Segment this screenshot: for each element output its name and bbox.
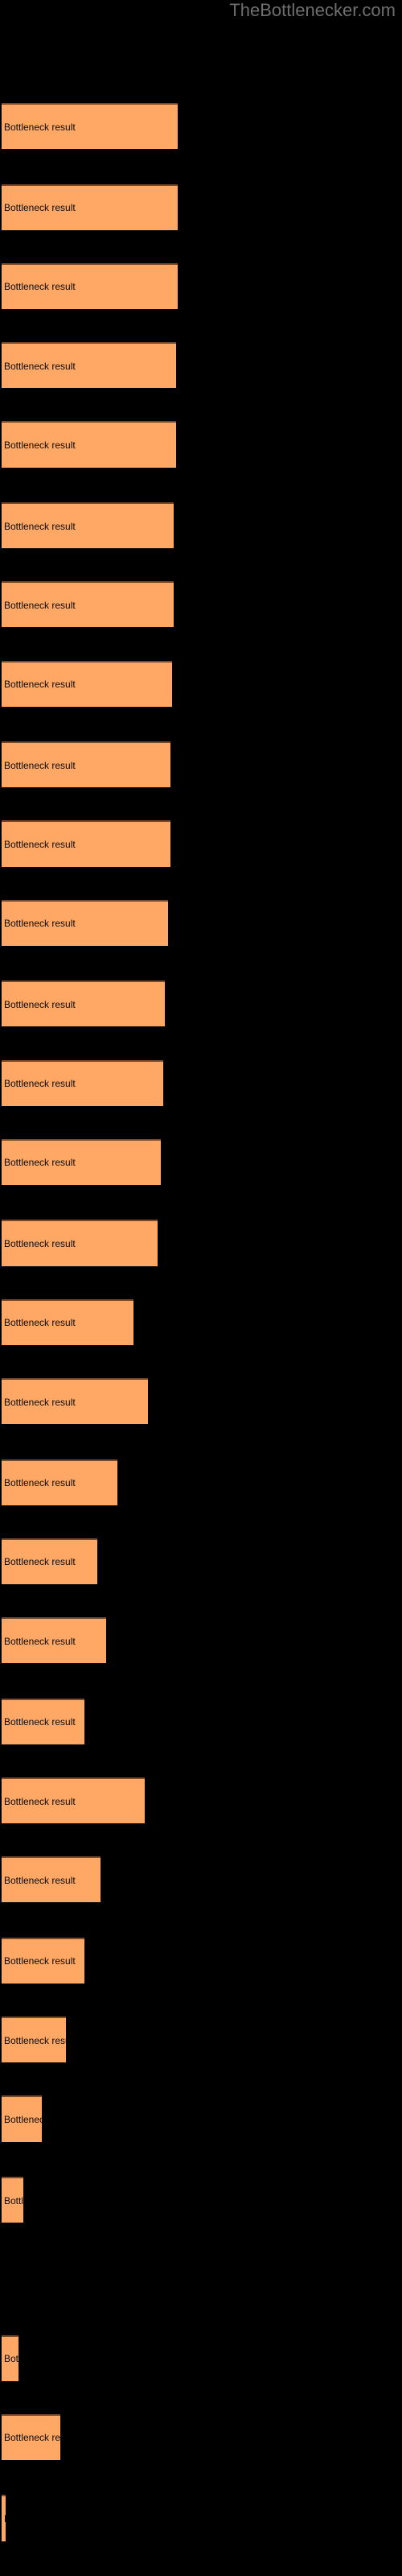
bar-row: Bottleneck result [2, 1298, 134, 1345]
bar-row: Bottleneck result [2, 741, 170, 788]
bar-row: Bottleneck result [2, 421, 176, 468]
bar-row: Bottleneck result [2, 581, 174, 628]
bar-row: Bottleneck result [2, 2177, 24, 2223]
bar-row: Bottleneck result [2, 1777, 145, 1824]
bar-row: Bottleneck result [2, 1856, 101, 1903]
bar-row: Bottleneck result [2, 1138, 162, 1185]
bar-label: Bottleneck result [4, 1317, 76, 1329]
bar-label: Bottleneck result [4, 759, 76, 771]
bar-label: Bottleneck result [4, 918, 76, 930]
bar-label: Bottleneck result [4, 1874, 76, 1886]
bar-row: Bottleneck result [2, 1378, 149, 1425]
bar-row: Bottleneck result [2, 1538, 97, 1584]
bar-row: Bottleneck result [2, 1459, 117, 1505]
bar-label: Bottleneck result [4, 1716, 76, 1728]
bar-row: Bottleneck result [2, 342, 176, 389]
bar-label: Bottleneck result [4, 1157, 76, 1169]
bar-label: Bottleneck result [4, 2353, 18, 2365]
bar-label: Bottleneck result [4, 1477, 76, 1489]
bar-label: Bottleneck result [4, 2432, 60, 2444]
bar-row: Bottleneck result [2, 262, 178, 309]
bar-label: Bottleneck result [4, 439, 76, 451]
bar-label: Bottleneck result [4, 679, 76, 691]
bar-label: Bottleneck result [4, 1635, 76, 1647]
bar-row: Bottleneck result [2, 899, 169, 946]
bar-row: Bottleneck result [2, 1698, 84, 1744]
bar-row: Bottleneck result [2, 1220, 158, 1266]
bar-row: Bottleneck result [2, 820, 170, 867]
bar-label: Bottleneck result [4, 281, 76, 293]
bar-row: Bottleneck result [2, 980, 165, 1027]
bar-row: Bottleneck result [2, 660, 173, 707]
bar-row: Bottleneck result [2, 184, 178, 230]
bar-label: Bottleneck result [4, 2113, 42, 2125]
bar-row: Bottleneck result [2, 2095, 43, 2142]
bar-label: Bottleneck result [4, 1556, 76, 1568]
bar-row: Bottleneck result [2, 2495, 6, 2541]
bar-label: Bottleneck result [4, 599, 76, 611]
bar-label: Bottleneck result [4, 2513, 6, 2524]
bar-row: Bottleneck result [2, 502, 174, 549]
bar-label: Bottleneck result [4, 202, 76, 214]
bar-label: Bottleneck result [4, 1955, 76, 1967]
bottleneck-bar-chart: TheBottlenecker.com Bottleneck result Bot… [0, 0, 402, 2576]
bar-row: Bottleneck result [2, 1617, 106, 1664]
bar-label: Bottleneck result [4, 1795, 76, 1807]
bar-label: Bottleneck result [4, 2034, 66, 2046]
bar-label: Bottleneck result [4, 121, 76, 133]
bar-label: Bottleneck result [4, 1078, 76, 1090]
bar-row: Bottleneck result [2, 1059, 163, 1106]
bar-label: Bottleneck result [4, 360, 76, 372]
bar-row: Bottleneck result [2, 1937, 84, 1984]
bar-list: Bottleneck result Bottleneck result Bottle… [0, 0, 402, 2576]
bar-row: Bottleneck result [2, 103, 178, 150]
bar-label: Bottleneck result [4, 1396, 76, 1408]
bar-label: Bottleneck result [4, 520, 76, 532]
bar-label: Bottleneck result [4, 998, 76, 1010]
bar-row: Bottleneck result [2, 2413, 60, 2460]
bar-row: Bottleneck result [2, 2017, 66, 2063]
bar-label: Bottleneck result [4, 838, 76, 850]
bar-label: Bottleneck result [4, 1237, 76, 1249]
bar-row: Bottleneck result [2, 2334, 18, 2381]
bar-label: Bottleneck result [4, 2194, 24, 2207]
